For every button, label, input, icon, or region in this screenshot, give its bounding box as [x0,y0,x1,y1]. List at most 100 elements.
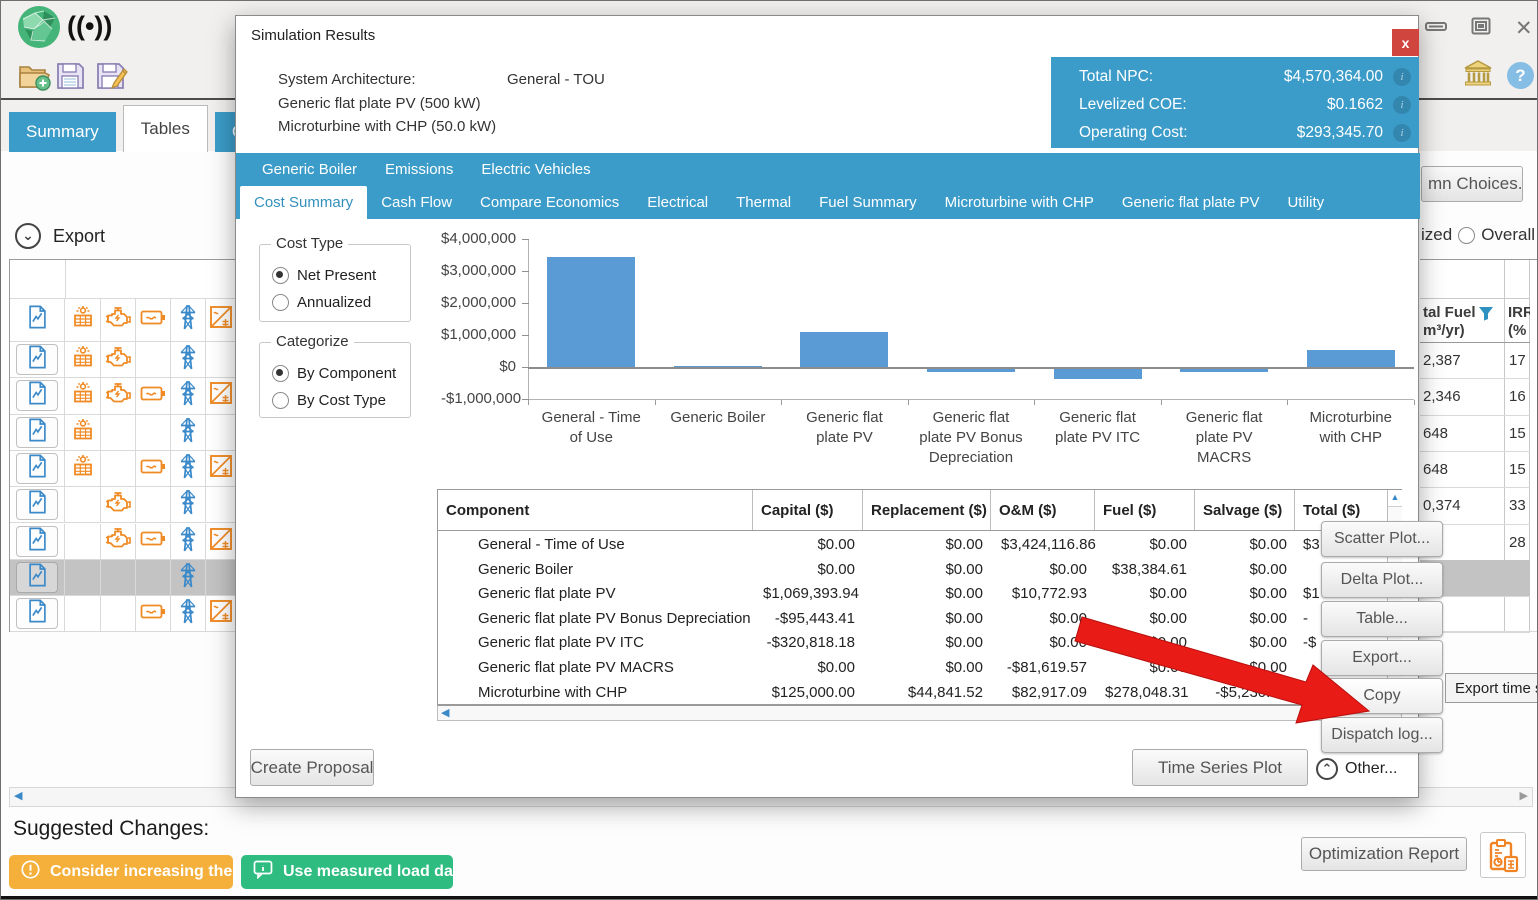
context-scatter-plot-button[interactable]: Scatter Plot... [1321,521,1443,557]
column-choices-button[interactable]: mn Choices... [1421,166,1523,202]
simulation-file-button[interactable] [16,562,58,593]
column-header-5[interactable]: Salvage ($) [1195,490,1295,530]
grid-row[interactable] [10,415,236,451]
simulation-file-button[interactable] [16,453,58,484]
dialog-tab-electrical[interactable]: Electrical [633,186,722,219]
grid-row[interactable] [10,378,236,414]
main-tab-summary[interactable]: Summary [9,112,116,152]
simulation-file-icon [27,563,48,592]
context-table-button[interactable]: Table... [1321,601,1443,637]
save-as-icon[interactable] [94,59,130,98]
simulation-file-button[interactable] [16,417,58,448]
dialog-tab-cost-summary[interactable]: Cost Summary [240,186,367,219]
radio-option-by-component[interactable]: By Component [272,365,396,382]
grid-cell [136,415,171,451]
dialog-tab-compare-economics[interactable]: Compare Economics [466,186,633,219]
column-header-1[interactable]: Capital ($) [753,490,863,530]
column-header-2[interactable]: Replacement ($) [863,490,991,530]
dialog-tab-generic-flat-plate-pv[interactable]: Generic flat plate PV [1108,186,1274,219]
scroll-right-icon[interactable]: ▶ [1520,789,1528,802]
filter-funnel-icon[interactable] [1478,306,1494,326]
context-copy-button[interactable]: Copy [1321,678,1443,714]
simulation-file-button[interactable] [16,380,58,411]
cost-value: $1,069,393.94 [753,585,855,602]
save-icon[interactable] [53,59,87,98]
dialog-close-button[interactable]: x [1392,29,1419,56]
radio-unselected[interactable] [272,392,289,409]
dialog-tab-utility[interactable]: Utility [1273,186,1338,219]
grid-row[interactable] [10,487,236,523]
info-icon[interactable]: i [1393,96,1411,114]
grid-cell [10,378,65,414]
bar-5 [1180,369,1268,372]
y-tick-mark [522,367,529,368]
grid-row[interactable] [10,451,236,487]
radio-option-annualized[interactable]: Annualized [272,294,371,311]
dialog-tab-cash-flow[interactable]: Cash Flow [367,186,466,219]
grid-cell [171,378,206,414]
radio-selected[interactable] [272,365,289,382]
main-tab-tables[interactable]: Tables [123,105,208,152]
library-icon[interactable] [1463,59,1493,92]
table-scroll-left-icon[interactable]: ◀ [438,706,1401,720]
table-horizontal-scrollbar[interactable]: ◀ [437,705,1402,721]
grid-row[interactable] [10,524,236,560]
scroll-up-icon[interactable]: ▲ [1388,490,1402,507]
optimization-report-icon[interactable] [1480,832,1526,878]
radio-selected[interactable] [272,267,289,284]
dialog-tab-emissions[interactable]: Emissions [371,153,467,186]
component-name: Generic flat plate PV Bonus Depreciation [438,610,753,627]
simulation-file-button[interactable] [16,489,58,520]
dialog-tab-thermal[interactable]: Thermal [722,186,805,219]
open-project-icon[interactable] [17,59,53,98]
simulation-file-button[interactable] [16,598,58,629]
suggestion-info-label: Use measured load data [283,863,453,881]
export-collapse-icon[interactable]: ⌄ [15,223,41,249]
radio-option-by-cost-type[interactable]: By Cost Type [272,392,386,409]
info-icon[interactable]: i [1393,68,1411,86]
simulation-file-icon [27,527,48,556]
export-label[interactable]: Export [53,226,105,247]
time-series-plot-button[interactable]: Time Series Plot [1132,749,1308,786]
radio-option-net-present[interactable]: Net Present [272,267,376,284]
suggestion-warning-button[interactable]: Consider increasing the ( [9,855,233,889]
grid-row[interactable] [10,596,236,632]
close-window-button[interactable]: ✕ [1515,16,1533,41]
architecture-line-chp: Microturbine with CHP (50.0 kW) [278,118,496,135]
grid-row[interactable] [10,560,236,596]
simulation-file-button[interactable] [16,344,58,375]
scroll-left-icon[interactable]: ◀ [14,789,22,802]
dialog-tab-microturbine-with-chp[interactable]: Microturbine with CHP [931,186,1108,219]
create-proposal-button[interactable]: Create Proposal [250,749,374,786]
cost-value: $0.00 [753,561,855,578]
overall-radio[interactable] [1458,227,1475,244]
dialog-tab-electric-vehicles[interactable]: Electric Vehicles [467,153,604,186]
grid-row[interactable] [10,342,236,378]
pv-panel-icon [71,305,95,334]
help-button[interactable]: ? [1507,62,1534,89]
column-header-3[interactable]: O&M ($) [991,490,1095,530]
suggestion-info-button[interactable]: Use measured load data [241,855,453,889]
grid-cell [206,451,236,487]
grid-cell [206,298,236,342]
info-icon[interactable]: i [1393,124,1411,142]
optimization-report-button[interactable]: Optimization Report [1301,837,1467,871]
dialog-tab-strip: Generic BoilerEmissionsElectric Vehicles… [236,153,1420,219]
grid-cell [206,524,236,560]
radio-unselected[interactable] [272,294,289,311]
dialog-tab-generic-boiler[interactable]: Generic Boiler [248,153,371,186]
irr-value: 33 [1509,497,1526,514]
context-export-button[interactable]: Export... [1321,640,1443,676]
context-delta-plot-button[interactable]: Delta Plot... [1321,562,1443,598]
metric-value: $293,345.70 [1297,124,1383,142]
component-name: General - Time of Use [438,536,753,553]
grid-cell [136,487,171,523]
context-dispatch-log-button[interactable]: Dispatch log... [1321,717,1443,753]
maximize-button[interactable] [1471,17,1491,40]
simulation-file-button[interactable] [16,526,58,557]
column-header-0[interactable]: Component [438,490,753,530]
minimize-button[interactable] [1425,19,1447,38]
column-header-4[interactable]: Fuel ($) [1095,490,1195,530]
other-toggle[interactable]: ⌃ Other... [1316,758,1397,780]
dialog-tab-fuel-summary[interactable]: Fuel Summary [805,186,931,219]
